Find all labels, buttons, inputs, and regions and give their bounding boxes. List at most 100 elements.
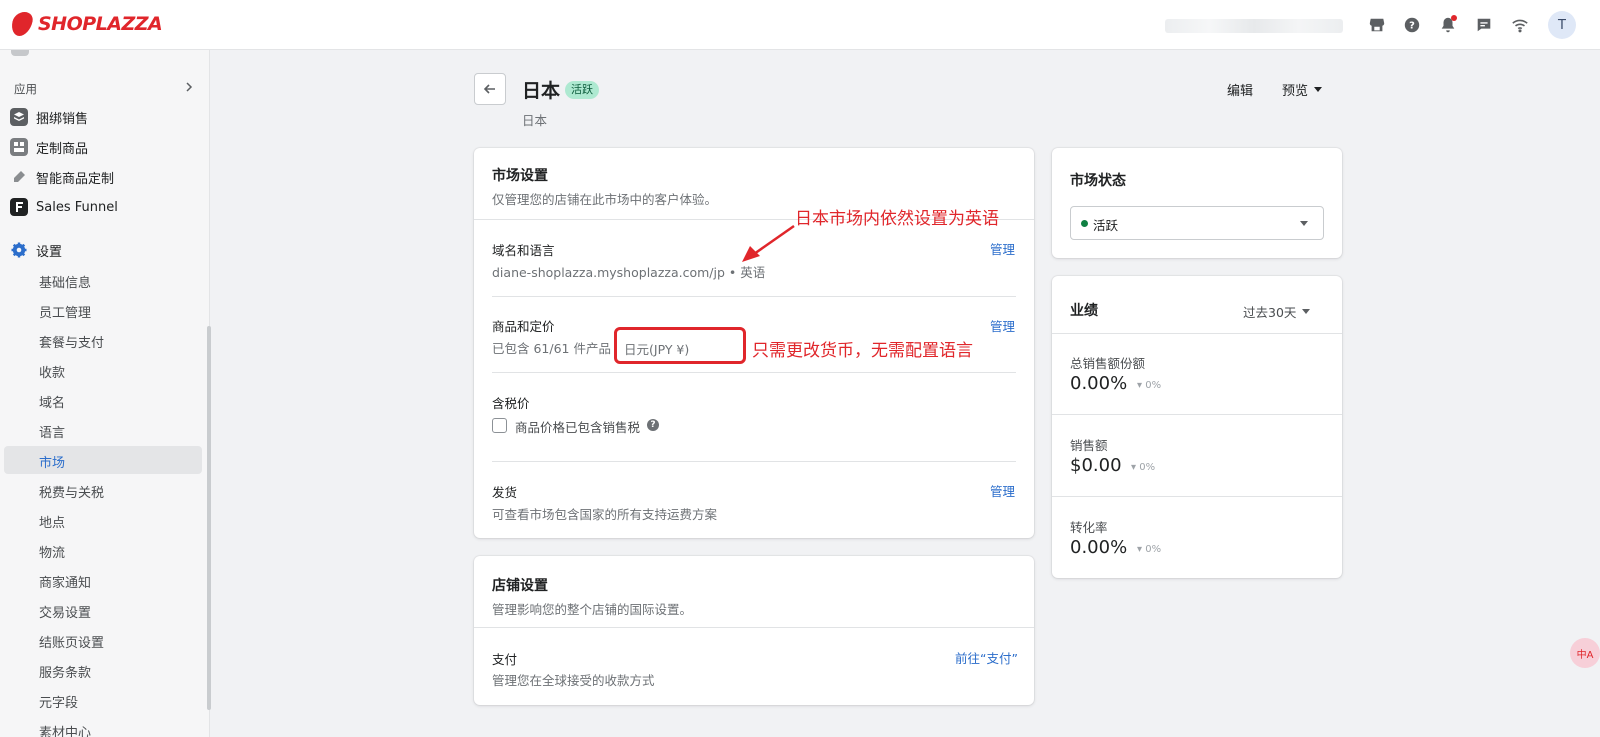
help-icon[interactable]: ? — [647, 419, 659, 431]
metric-delta-value: 0% — [1145, 544, 1162, 555]
go-to-payment-link[interactable]: 前往“支付” — [955, 648, 1018, 667]
market-settings-description: 仅管理您的店铺在此市场中的客户体验。 — [492, 192, 718, 207]
translate-icon: 中A — [1576, 649, 1594, 661]
metric-delta: ▾ 0% — [1137, 544, 1162, 555]
domain-language-value: diane-shoplazza.myshoplazza.com/jp • 英语 — [492, 265, 766, 280]
edit-label: 编辑 — [1227, 84, 1254, 99]
logo-text: SHOPLAZZA — [38, 13, 163, 35]
gear-icon — [10, 241, 28, 259]
manage-domain-link[interactable]: 管理 — [990, 239, 1015, 258]
manage-shipping-link[interactable]: 管理 — [990, 481, 1015, 500]
currency-value: 日元(JPY ¥) — [624, 342, 690, 357]
layers-icon — [10, 108, 28, 126]
sidebar-item-staff[interactable]: 员工管理 — [39, 302, 91, 321]
store-icon[interactable] — [1367, 15, 1387, 35]
translate-button[interactable]: 中A — [1570, 638, 1600, 668]
sidebar-item-domains[interactable]: 域名 — [39, 392, 65, 411]
divider — [1052, 496, 1342, 497]
market-settings-title: 市场设置 — [492, 168, 548, 184]
sidebar-item-custom-product[interactable]: 定制商品 — [10, 136, 88, 158]
divider — [1052, 333, 1342, 334]
sidebar-item-payments[interactable]: 收款 — [39, 362, 65, 381]
products-pricing-title: 商品和定价 — [492, 319, 555, 334]
date-range-label: 过去30天 — [1243, 305, 1297, 320]
page-subtitle: 日本 — [522, 113, 548, 128]
sidebar-item-basic-info[interactable]: 基础信息 — [39, 272, 91, 291]
sidebar-item-partial-icon — [11, 50, 29, 56]
sidebar-item-policies[interactable]: 服务条款 — [39, 662, 91, 681]
tax-included-label: 商品价格已包含销售税 — [515, 420, 641, 435]
status-badge: 活跃 — [565, 81, 599, 99]
divider — [1052, 414, 1342, 415]
back-button[interactable] — [474, 73, 506, 105]
funnel-icon — [10, 198, 28, 216]
sidebar-item-settings[interactable]: 设置 — [10, 239, 62, 261]
sidebar-item-checkout-page[interactable]: 结账页设置 — [39, 632, 104, 651]
sidebar-item-smart-custom[interactable]: 智能商品定制 — [10, 166, 114, 188]
metric-value: $0.00 — [1070, 455, 1122, 476]
sidebar-item-notifications[interactable]: 商家通知 — [39, 572, 91, 591]
annotation-arrow-icon — [742, 224, 795, 262]
sidebar-item-label: 捆绑销售 — [36, 111, 89, 127]
divider — [474, 627, 1034, 628]
date-range-dropdown[interactable]: 过去30天 — [1243, 302, 1311, 321]
page-title: 日本 — [522, 80, 561, 102]
tax-included-checkbox[interactable] — [492, 418, 507, 433]
store-settings-description: 管理影响您的整个店铺的国际设置。 — [492, 602, 693, 617]
market-status-card — [1052, 148, 1342, 258]
metric-value: 0.00% — [1070, 537, 1128, 558]
wifi-icon[interactable] — [1510, 15, 1530, 35]
divider — [492, 296, 1016, 297]
metric-delta-value: 0% — [1145, 380, 1162, 391]
market-status-value: 活跃 — [1093, 218, 1119, 233]
chat-icon[interactable] — [1474, 15, 1494, 35]
sidebar-active-highlight — [4, 446, 202, 474]
top-bar: SHOPLAZZA ? T — [0, 0, 1600, 50]
metric-value: 0.00% — [1070, 373, 1128, 394]
preview-label: 预览 — [1282, 84, 1309, 99]
help-icon[interactable]: ? — [1402, 15, 1422, 35]
sidebar-item-assets[interactable]: 素材中心 — [39, 722, 91, 737]
divider — [492, 372, 1016, 373]
manage-products-link[interactable]: 管理 — [990, 316, 1015, 335]
metric-label: 转化率 — [1070, 520, 1108, 535]
avatar[interactable]: T — [1548, 11, 1576, 39]
sidebar-item-markets[interactable]: 市场 — [39, 452, 65, 471]
metric-delta-value: 0% — [1139, 462, 1156, 473]
sidebar-item-metafields[interactable]: 元字段 — [39, 692, 78, 711]
sidebar-scrollbar[interactable] — [207, 326, 211, 710]
caret-down-icon — [1302, 309, 1311, 314]
bell-icon[interactable] — [1438, 15, 1458, 35]
sidebar-item-bundle[interactable]: 捆绑销售 — [10, 106, 88, 128]
sidebar-item-shipping[interactable]: 物流 — [39, 542, 65, 561]
annotation-currency-note: 只需更改货币，无需配置语言 — [752, 341, 973, 361]
status-dot — [1081, 220, 1088, 227]
sidebar-item-sales-funnel[interactable]: Sales Funnel — [10, 196, 118, 218]
sidebar-item-taxes-duties[interactable]: 税费与关税 — [39, 482, 104, 501]
tax-inclusive-title: 含税价 — [492, 396, 530, 411]
performance-title: 业绩 — [1070, 303, 1098, 319]
sidebar-item-locations[interactable]: 地点 — [39, 512, 65, 531]
products-count: 已包含 61/61 件产品 — [492, 341, 611, 356]
sidebar-item-plan-billing[interactable]: 套餐与支付 — [39, 332, 104, 351]
payment-description: 管理您在全球接受的收款方式 — [492, 673, 655, 688]
svg-text:?: ? — [1409, 21, 1415, 32]
chevron-right-icon[interactable] — [182, 80, 196, 94]
payment-title: 支付 — [492, 652, 518, 667]
divider — [492, 461, 1016, 462]
shoplazza-logo[interactable]: SHOPLAZZA — [9, 12, 163, 36]
preview-button[interactable]: 预览 — [1282, 80, 1323, 99]
metric-label: 总销售额份额 — [1070, 356, 1146, 371]
sidebar-item-languages[interactable]: 语言 — [39, 422, 65, 441]
caret-down-icon — [1314, 87, 1323, 92]
sidebar-item-label: Sales Funnel — [36, 199, 118, 215]
store-settings-title: 店铺设置 — [492, 578, 548, 594]
metric-delta: ▾ 0% — [1131, 462, 1156, 473]
annotation-language-note: 日本市场内依然设置为英语 — [795, 209, 999, 229]
sidebar-item-checkout-settings[interactable]: 交易设置 — [39, 602, 91, 621]
edit-button[interactable]: 编辑 — [1227, 80, 1253, 99]
sidebar-section-apps[interactable]: 应用 — [14, 81, 37, 97]
domain-language-title: 域名和语言 — [492, 243, 555, 258]
logo-mark-icon — [9, 12, 35, 36]
notification-dot — [1451, 15, 1457, 21]
